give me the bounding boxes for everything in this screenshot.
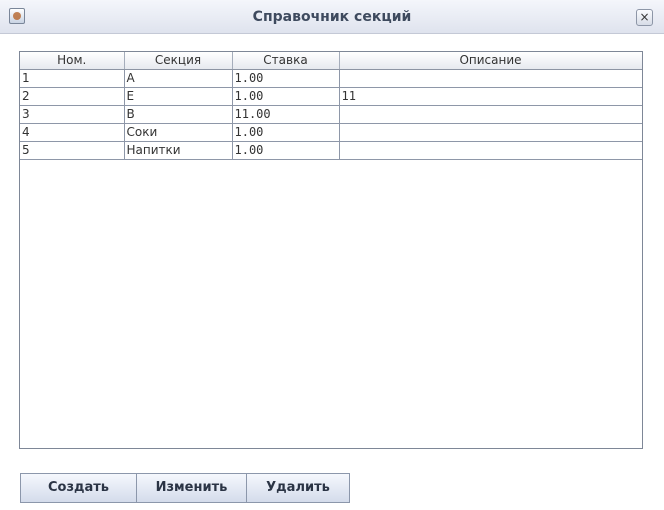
sections-table: Ном. Секция Ставка Описание 1 A 1.00 2 E… <box>20 52 642 160</box>
cell-section[interactable]: Напитки <box>124 141 233 160</box>
column-header-section[interactable]: Секция <box>124 52 233 70</box>
table-row[interactable]: 5 Напитки 1.00 <box>20 141 642 160</box>
table-row[interactable]: 1 A 1.00 <box>20 69 642 88</box>
table-header-row: Ном. Секция Ставка Описание <box>20 52 642 70</box>
cell-num[interactable]: 1 <box>20 69 125 88</box>
cell-rate[interactable]: 11.00 <box>232 105 340 124</box>
cell-rate[interactable]: 1.00 <box>232 87 340 106</box>
cell-num[interactable]: 3 <box>20 105 125 124</box>
cell-section[interactable]: B <box>124 105 233 124</box>
cell-num[interactable]: 4 <box>20 123 125 142</box>
edit-button[interactable]: Изменить <box>136 473 247 503</box>
table-row[interactable]: 2 E 1.00 11 <box>20 87 642 106</box>
cell-section[interactable]: A <box>124 69 233 88</box>
title-bar: Справочник секций × <box>0 0 664 34</box>
delete-button[interactable]: Удалить <box>246 473 350 503</box>
cell-description[interactable] <box>339 141 642 160</box>
cell-section[interactable]: Соки <box>124 123 233 142</box>
column-header-description[interactable]: Описание <box>339 52 642 70</box>
cell-num[interactable]: 2 <box>20 87 125 106</box>
cell-description[interactable] <box>339 123 642 142</box>
cell-description[interactable] <box>339 105 642 124</box>
cell-rate[interactable]: 1.00 <box>232 69 340 88</box>
window-title: Справочник секций <box>252 9 412 25</box>
cell-section[interactable]: E <box>124 87 233 106</box>
cell-num[interactable]: 5 <box>20 141 125 160</box>
cell-rate[interactable]: 1.00 <box>232 141 340 160</box>
cell-description[interactable] <box>339 69 642 88</box>
column-header-rate[interactable]: Ставка <box>232 52 340 70</box>
column-header-num[interactable]: Ном. <box>20 52 125 70</box>
table-row[interactable]: 4 Соки 1.00 <box>20 123 642 142</box>
create-button[interactable]: Создать <box>20 473 137 503</box>
action-button-bar: Создать Изменить Удалить <box>20 473 350 503</box>
close-button[interactable]: × <box>636 9 653 26</box>
cell-description[interactable]: 11 <box>339 87 642 106</box>
table-row[interactable]: 3 B 11.00 <box>20 105 642 124</box>
sections-table-pane[interactable]: Ном. Секция Ставка Описание 1 A 1.00 2 E… <box>19 51 643 449</box>
cell-rate[interactable]: 1.00 <box>232 123 340 142</box>
